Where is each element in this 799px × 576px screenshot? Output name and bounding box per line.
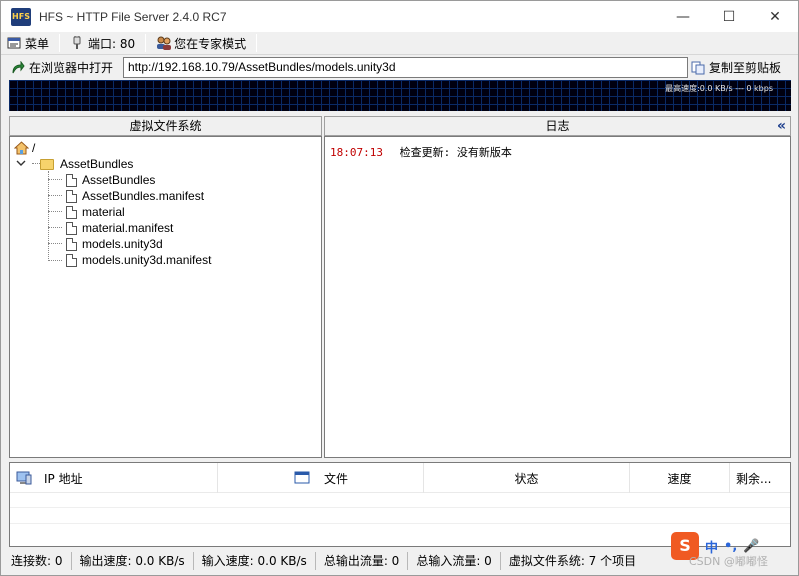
chevron-down-icon[interactable]	[16, 158, 26, 171]
file-icon	[66, 221, 77, 235]
copy-to-clipboard-button[interactable]: 复制至剪贴板	[691, 58, 781, 77]
file-icon	[66, 189, 77, 203]
home-icon	[13, 141, 30, 155]
computer-icon	[16, 471, 34, 485]
microphone-icon[interactable]: 🎤	[743, 539, 759, 554]
menu-label: 菜单	[25, 36, 50, 51]
column-speed-label: 速度	[667, 471, 692, 486]
status-out-speed: 输出速度: 0.0 KB/s	[72, 552, 194, 570]
tree-file[interactable]: material.manifest	[66, 220, 173, 236]
tree-connector	[48, 179, 62, 180]
tree-file[interactable]: models.unity3d	[66, 236, 163, 252]
tree-root-label: /	[32, 141, 36, 155]
status-vfs-items: 虚拟文件系统: 7 个项目	[508, 554, 637, 568]
column-ip[interactable]: IP 地址	[10, 463, 218, 493]
tree-file[interactable]: material	[66, 204, 125, 220]
file-label: AssetBundles.manifest	[82, 189, 205, 203]
status-total-in: 总输入流量: 0	[408, 552, 501, 570]
file-label: material	[82, 205, 125, 219]
log-entry: 18:07:13 检查更新: 没有新版本	[330, 144, 512, 160]
tree-root[interactable]: /	[13, 140, 36, 156]
file-icon	[66, 173, 77, 187]
copy-to-clipboard-label: 复制至剪贴板	[709, 61, 782, 75]
port-label: 端口: 80	[88, 36, 136, 51]
ime-punctuation-toggle[interactable]: •,	[724, 539, 737, 554]
log-message: 检查更新: 没有新版本	[399, 146, 512, 159]
file-label: models.unity3d	[82, 237, 163, 251]
arrow-open-icon	[11, 60, 25, 75]
tree-connector	[48, 227, 62, 228]
grid-line	[10, 523, 790, 524]
menu-icon	[7, 36, 21, 50]
column-ip-label: IP 地址	[44, 471, 83, 486]
mode-label: 您在专家模式	[174, 36, 247, 51]
copy-icon	[691, 61, 705, 75]
tree-file[interactable]: AssetBundles.manifest	[66, 188, 204, 204]
status-in-speed: 输入速度: 0.0 KB/s	[194, 552, 316, 570]
menu-button[interactable]: 菜单	[1, 32, 55, 54]
connections-header: IP 地址 文件 状态 速度 剩余...	[10, 463, 790, 493]
log-header-label: 日志	[545, 119, 570, 133]
menu-bar: 菜单 端口: 80 您在专家模式	[1, 32, 798, 55]
tree-connector	[48, 171, 49, 261]
speed-graph: 最高速度:0.0 KB/s --- 0 kbps	[9, 80, 791, 111]
column-file-label: 文件	[324, 471, 349, 486]
tree-file[interactable]: models.unity3d.manifest	[66, 252, 211, 268]
open-in-browser-label: 在浏览器中打开	[29, 61, 114, 75]
file-icon	[66, 205, 77, 219]
expert-users-icon	[156, 36, 172, 50]
tree-connector	[48, 260, 62, 261]
plug-icon	[70, 36, 84, 50]
hfs-window: HFS HFS ~ HTTP File Server 2.4.0 RC7 — ☐…	[0, 0, 799, 576]
file-label: models.unity3d.manifest	[82, 253, 212, 267]
menu-separator	[145, 34, 147, 52]
hfs-app-icon: HFS	[11, 7, 31, 26]
column-status-label: 状态	[514, 471, 539, 486]
url-field[interactable]: http://192.168.10.79/AssetBundles/models…	[123, 57, 688, 78]
graph-speed-label: 最高速度:0.0 KB/s --- 0 kbps	[665, 84, 773, 93]
tree-connector	[48, 211, 62, 212]
column-remaining-label: 剩余...	[736, 471, 772, 486]
tree-connector	[48, 195, 62, 196]
column-file[interactable]: 文件	[218, 463, 424, 493]
menu-separator	[59, 34, 61, 52]
open-in-browser-button[interactable]: 在浏览器中打开	[11, 58, 113, 77]
file-icon	[66, 253, 77, 267]
tree-connector	[48, 243, 62, 244]
port-button[interactable]: 端口: 80	[64, 32, 141, 54]
file-icon	[66, 237, 77, 251]
column-speed[interactable]: 速度	[630, 463, 730, 493]
log-panel[interactable]: 18:07:13 检查更新: 没有新版本	[324, 136, 791, 458]
window-title: HFS ~ HTTP File Server 2.4.0 RC7	[39, 9, 227, 24]
status-total-out: 总输出流量: 0	[316, 552, 409, 570]
folder-icon	[40, 158, 54, 170]
vfs-header: 虚拟文件系统	[9, 116, 322, 136]
vfs-header-label: 虚拟文件系统	[129, 119, 202, 133]
window-controls: — ☐ ✕	[660, 1, 798, 32]
maximize-button[interactable]: ☐	[706, 1, 752, 32]
folder-label: AssetBundles	[60, 157, 134, 171]
collapse-double-chevron-icon[interactable]: «	[777, 117, 786, 135]
url-bar: 在浏览器中打开 http://192.168.10.79/AssetBundle…	[1, 56, 798, 79]
vfs-tree[interactable]: / AssetBundles AssetBundles AssetBundles…	[9, 136, 322, 458]
file-label: AssetBundles	[82, 173, 156, 187]
tree-folder-assetbundles[interactable]: AssetBundles	[16, 156, 133, 172]
mode-button[interactable]: 您在专家模式	[150, 32, 252, 54]
log-header: 日志 «	[324, 116, 791, 136]
minimize-button[interactable]: —	[660, 1, 706, 32]
log-time: 18:07:13	[330, 146, 383, 159]
file-label: material.manifest	[82, 221, 174, 235]
tree-file[interactable]: AssetBundles	[66, 172, 155, 188]
column-remaining[interactable]: 剩余...	[730, 463, 788, 493]
close-button[interactable]: ✕	[752, 1, 798, 32]
column-status[interactable]: 状态	[424, 463, 630, 493]
watermark: CSDN @嘟嘟怪	[689, 555, 768, 568]
menu-separator	[256, 34, 258, 52]
grid-line	[10, 507, 790, 508]
status-connections: 连接数: 0	[1, 552, 72, 570]
window-icon	[294, 471, 312, 485]
title-bar: HFS HFS ~ HTTP File Server 2.4.0 RC7 — ☐…	[1, 1, 798, 32]
